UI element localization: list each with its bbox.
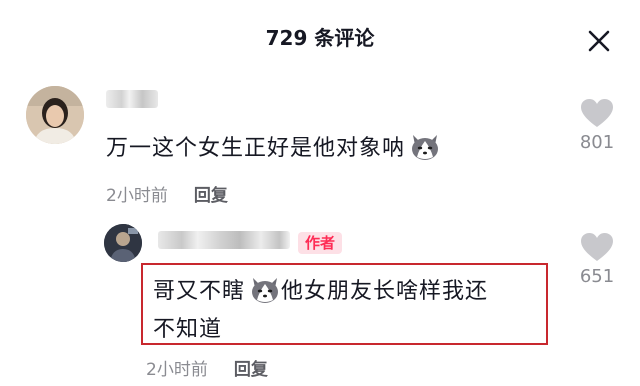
husky-dog-emoji-icon: [409, 133, 441, 161]
like-count: 801: [579, 132, 615, 153]
user-photo-icon: [26, 86, 84, 144]
comment-time: 2小时前: [106, 186, 168, 206]
author-avatar[interactable]: [104, 224, 142, 262]
reply-button[interactable]: 回复: [194, 186, 228, 206]
comment-meta: 2小时前 回复: [106, 181, 228, 206]
comment-count-title: 729 条评论: [265, 26, 375, 50]
reply-text-line-1: 哥又不瞎 他女朋友长啥样我还: [153, 273, 488, 305]
blurred-username[interactable]: [106, 90, 158, 108]
like-button[interactable]: 651: [577, 232, 617, 287]
avatar[interactable]: [26, 86, 84, 144]
author-photo-icon: [104, 224, 142, 262]
reply-text-line-2: 不知道: [153, 317, 223, 342]
reply-time: 2小时前: [146, 360, 208, 380]
highlighted-reply: 哥又不瞎 他女朋友长啥样我还 不知道: [141, 263, 548, 345]
husky-dog-emoji-icon: [249, 276, 281, 304]
comment-text: 万一这个女生正好是他对象呐: [106, 130, 441, 162]
reply-text-part-2: 他女朋友长啥样我还: [281, 279, 489, 304]
close-button[interactable]: [584, 26, 614, 56]
like-button[interactable]: 801: [577, 98, 617, 153]
heart-icon: [581, 233, 613, 261]
like-count: 651: [579, 266, 615, 287]
author-badge: 作者: [298, 232, 343, 254]
reply-button[interactable]: 回复: [234, 360, 268, 380]
reply-meta: 2小时前 回复: [146, 355, 268, 380]
heart-icon: [581, 99, 613, 127]
comment-body: 万一这个女生正好是他对象呐: [106, 136, 406, 161]
close-icon: [588, 30, 610, 52]
blurred-author-username[interactable]: [158, 231, 290, 249]
reply-text-part-1: 哥又不瞎: [153, 279, 246, 304]
comments-header: 729 条评论: [0, 0, 640, 72]
